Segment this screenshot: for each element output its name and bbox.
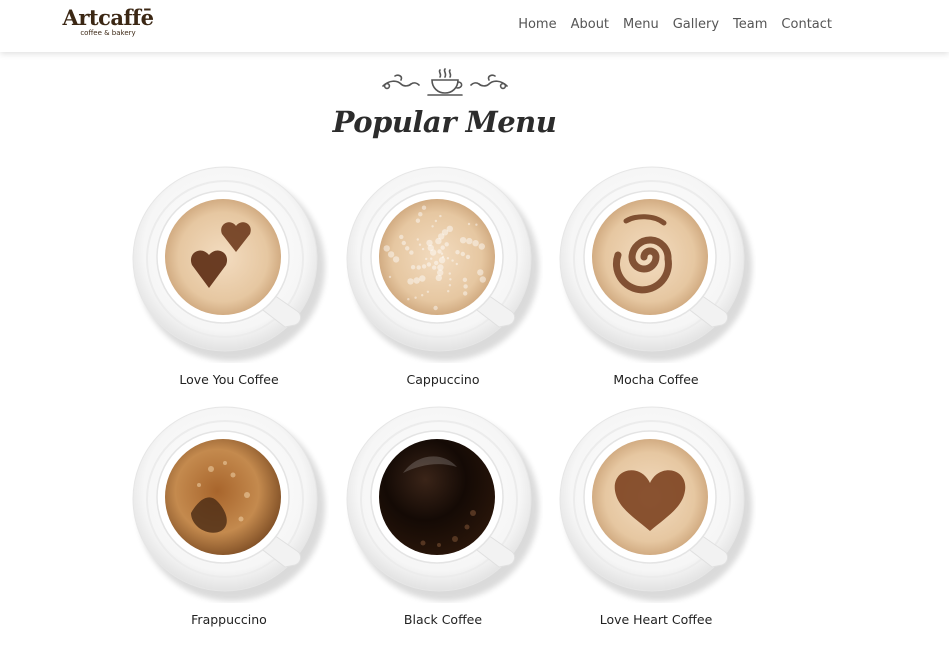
coffee-cup-ornament-icon bbox=[382, 68, 508, 96]
menu-item-label: Mocha Coffee bbox=[613, 372, 699, 387]
site-header: Artcaffē coffee & bakery Home About Menu… bbox=[0, 0, 949, 52]
menu-item[interactable]: Frappuccino bbox=[129, 403, 329, 632]
menu-item[interactable]: Cappuccino bbox=[343, 163, 543, 392]
menu-item[interactable]: Love You Coffee bbox=[129, 163, 329, 392]
nav-item-contact[interactable]: Contact bbox=[781, 17, 832, 33]
menu-item[interactable]: Black Coffee bbox=[343, 403, 543, 632]
coffee-cup-image bbox=[132, 406, 325, 601]
logo-tagline: coffee & bakery bbox=[80, 29, 136, 37]
menu-item-label: Love Heart Coffee bbox=[599, 612, 713, 627]
nav-item-about[interactable]: About bbox=[571, 17, 609, 33]
nav-item-menu[interactable]: Menu bbox=[623, 17, 659, 33]
menu-item-label: Cappuccino bbox=[406, 372, 480, 387]
nav-item-gallery[interactable]: Gallery bbox=[673, 17, 719, 33]
menu-item-label: Frappuccino bbox=[191, 612, 267, 627]
section-title: Popular Menu bbox=[332, 105, 557, 139]
logo-name: Artcaffē bbox=[62, 5, 154, 30]
coffee-cup-image bbox=[132, 166, 325, 361]
coffee-cup-image bbox=[346, 406, 539, 601]
coffee-cup-image bbox=[559, 406, 752, 601]
menu-item-label: Black Coffee bbox=[403, 612, 483, 627]
main-nav: Home About Menu Gallery Team Contact bbox=[518, 17, 832, 33]
nav-item-home[interactable]: Home bbox=[518, 17, 556, 33]
coffee-cup-image bbox=[346, 166, 539, 361]
logo[interactable]: Artcaffē coffee & bakery bbox=[58, 5, 158, 38]
menu-item[interactable]: Love Heart Coffee bbox=[556, 403, 756, 632]
coffee-cup-image bbox=[559, 166, 752, 361]
menu-item[interactable]: Mocha Coffee bbox=[556, 163, 756, 392]
nav-item-team[interactable]: Team bbox=[733, 17, 767, 33]
menu-item-label: Love You Coffee bbox=[179, 372, 279, 387]
